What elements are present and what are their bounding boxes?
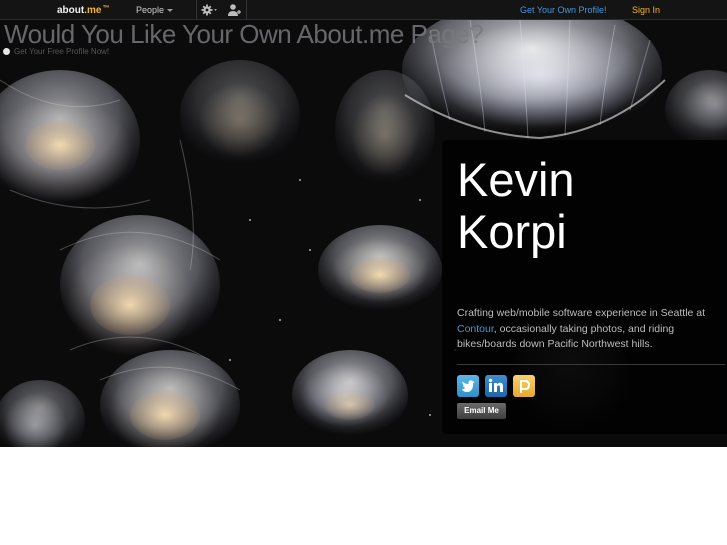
posterous-link[interactable] xyxy=(513,375,535,397)
people-menu-label: People xyxy=(136,5,165,15)
settings-menu[interactable] xyxy=(201,3,221,17)
email-me-button[interactable]: Email Me xyxy=(457,403,506,419)
linkedin-link[interactable] xyxy=(485,375,507,397)
nav-divider xyxy=(246,0,247,20)
promo-banner-title[interactable]: Would You Like Your Own About.me Page? xyxy=(4,19,484,50)
chevron-down-icon xyxy=(167,9,174,13)
promo-banner-subtitle[interactable]: Get Your Free Profile Now! xyxy=(14,47,109,56)
profile-first-name: Kevin xyxy=(457,153,575,206)
profile-last-name: Korpi xyxy=(457,205,567,258)
get-profile-link[interactable]: Get Your Own Profile! xyxy=(520,5,607,15)
page: about.me™ People Get Your Own Profile! S… xyxy=(0,0,727,545)
profile-bio: Crafting web/mobile software experience … xyxy=(457,306,719,353)
bio-text: Crafting web/mobile software experience … xyxy=(457,307,706,319)
logo-trademark: ™ xyxy=(102,5,110,12)
profile-name: Kevin Korpi xyxy=(457,154,717,258)
panel-divider xyxy=(457,364,725,365)
twitter-icon xyxy=(462,380,475,392)
person-icon xyxy=(228,4,241,16)
about-me-logo[interactable]: about.me™ xyxy=(57,5,109,16)
gear-icon xyxy=(201,4,217,16)
linkedin-icon xyxy=(488,378,503,392)
profile-panel: Kevin Korpi Crafting web/mobile software… xyxy=(442,140,727,434)
contour-link[interactable]: Contour xyxy=(457,323,494,335)
sign-in-link[interactable]: Sign In xyxy=(632,5,660,15)
people-menu[interactable]: People xyxy=(136,5,174,15)
logo-text: about xyxy=(57,5,85,16)
posterous-icon xyxy=(520,380,531,393)
twitter-link[interactable] xyxy=(457,375,479,397)
logo-dot: .me xyxy=(84,5,102,16)
nav-divider xyxy=(196,0,197,20)
account-button[interactable] xyxy=(227,3,241,17)
top-nav: about.me™ People Get Your Own Profile! S… xyxy=(0,0,727,20)
